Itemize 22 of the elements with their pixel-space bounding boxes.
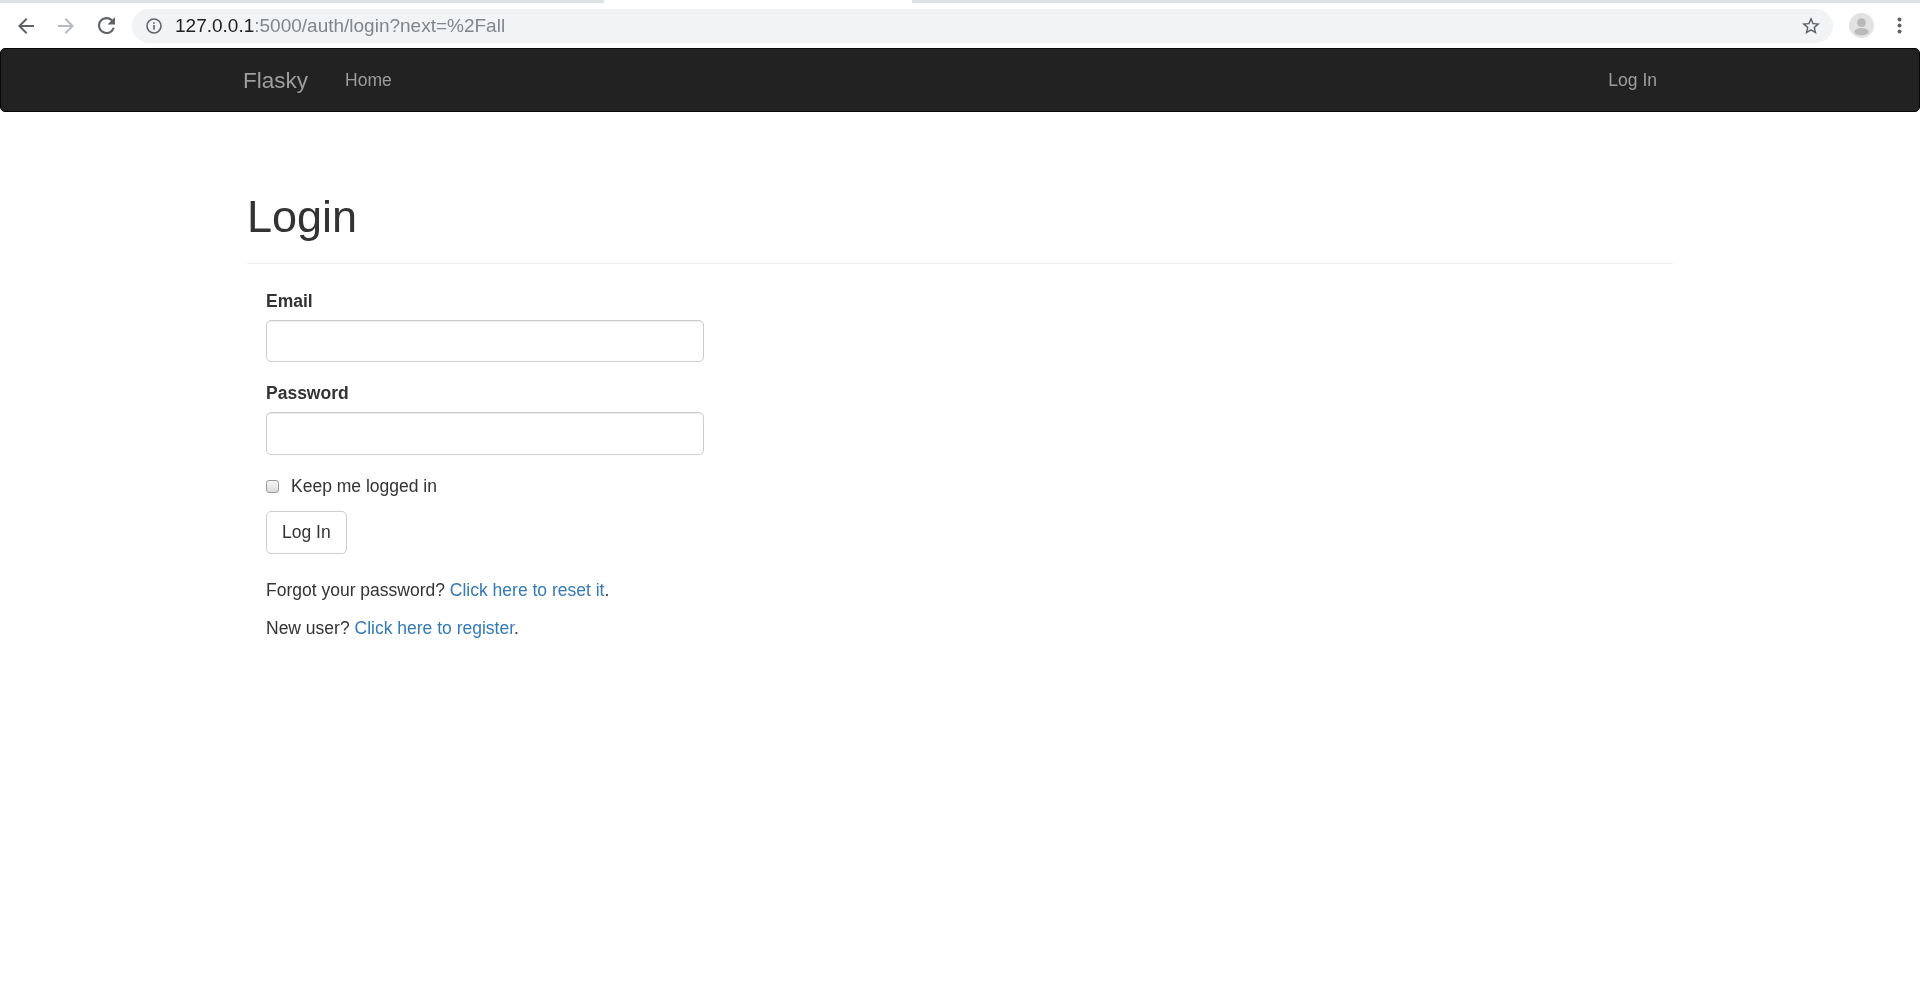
help-text: Forgot your password? Click here to reset it. (266, 579, 611, 603)
submit-button[interactable]: Log In (266, 511, 347, 554)
text-link[interactable]: Click here to reset it (449, 580, 605, 601)
reload-icon[interactable] (97, 17, 115, 34)
checkbox-label[interactable]: Keep me logged in (291, 473, 437, 499)
checkbox[interactable] (266, 480, 279, 493)
help-text: New user? Click here to register. (266, 616, 520, 640)
star-icon[interactable] (1802, 17, 1820, 34)
back-icon[interactable] (18, 17, 34, 34)
menu-icon[interactable] (1897, 17, 1902, 34)
address-bar[interactable]: 127.0.0.1:5000/auth/login?next=%2Fall (132, 8, 1833, 43)
nav-link[interactable]: Log In (1608, 67, 1657, 93)
brand-link[interactable]: Flasky (243, 67, 308, 93)
input-field[interactable] (266, 319, 704, 363)
field-label: Password (266, 382, 349, 405)
input-field[interactable] (266, 412, 704, 455)
info-icon[interactable] (146, 17, 162, 34)
url-text[interactable]: 127.0.0.1:5000/auth/login?next=%2Fall (175, 13, 506, 38)
field-label: Email (266, 289, 313, 313)
text-link[interactable]: Click here to register (354, 617, 515, 638)
nav-link[interactable]: Home (345, 67, 392, 93)
page-title: Login (247, 192, 359, 242)
